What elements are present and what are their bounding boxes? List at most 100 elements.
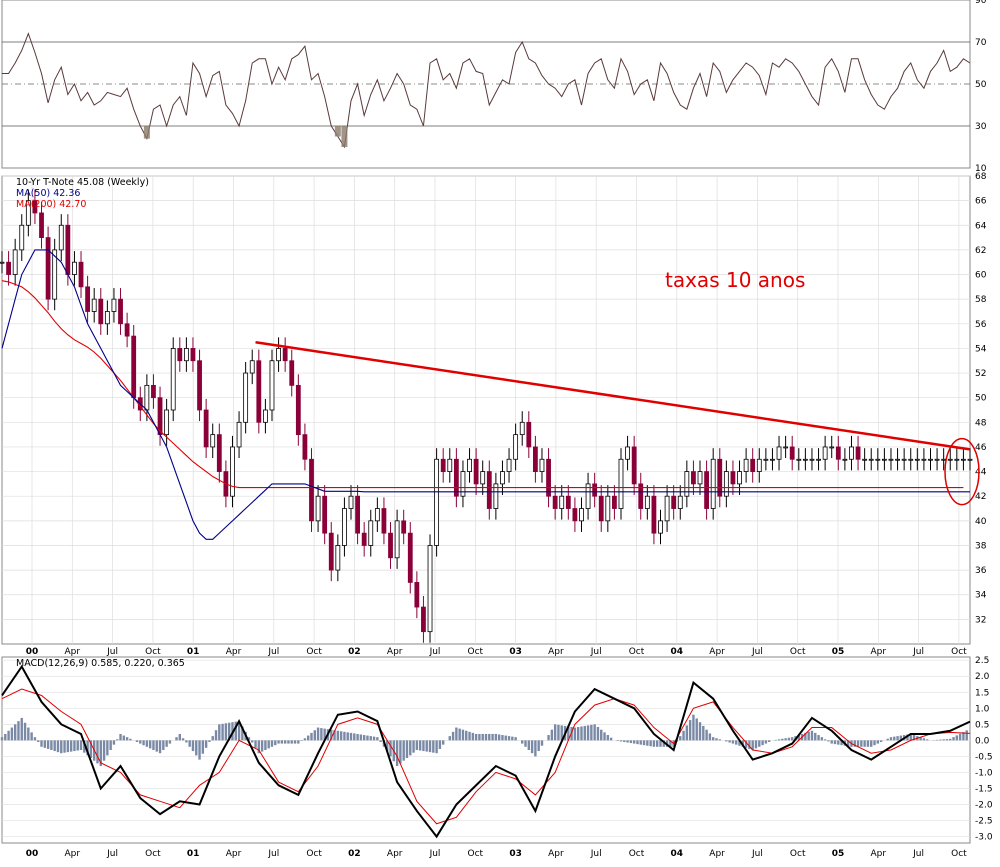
price-tick-label: 64: [975, 221, 987, 231]
macd-histogram-bar: [488, 734, 490, 740]
price-candle-body: [323, 496, 327, 533]
macd-histogram-bar: [212, 736, 214, 740]
macd-histogram-bar: [528, 740, 530, 750]
macd-histogram-bar: [692, 715, 694, 741]
price-candle-body: [270, 361, 274, 410]
price-candle-body: [935, 459, 939, 460]
price-x-label: Jul: [751, 647, 763, 657]
price-candle-body: [790, 447, 794, 459]
price-candle-body: [553, 496, 557, 508]
chart-canvas: 1030507090 32343638404244464850525456586…: [0, 0, 1000, 863]
macd-histogram-bar: [60, 740, 62, 753]
macd-histogram-bar: [468, 732, 470, 741]
macd-histogram-bar: [959, 734, 961, 741]
macd-histogram-bar: [17, 721, 19, 740]
price-candle-body: [560, 496, 564, 508]
price-candle-body: [731, 472, 735, 484]
macd-histogram-bar: [620, 740, 622, 741]
macd-histogram-bar: [939, 740, 941, 741]
macd-histogram-bar: [649, 740, 651, 746]
price-candle-body: [514, 435, 518, 460]
price-tick-label: 58: [975, 295, 987, 305]
macd-histogram-bar: [116, 739, 118, 740]
macd-histogram-bar: [610, 738, 612, 741]
macd-histogram-bar: [702, 726, 704, 740]
macd-histogram-bar: [4, 734, 6, 740]
price-candle-body: [810, 459, 814, 460]
price-candle-body: [257, 361, 261, 423]
macd-histogram-bar: [379, 740, 381, 742]
macd-histogram-bar: [705, 730, 707, 741]
macd-histogram-bar: [452, 732, 454, 741]
macd-x-label: 00: [26, 849, 39, 859]
macd-histogram-bar: [14, 724, 16, 740]
macd-x-label: Jul: [429, 849, 441, 859]
macd-histogram-bar: [356, 734, 358, 740]
macd-histogram-bar: [274, 740, 276, 745]
macd-histogram-bar: [640, 740, 642, 744]
macd-histogram-bar: [834, 740, 836, 744]
price-candle-body: [217, 435, 221, 472]
price-x-label: Apr: [709, 647, 725, 657]
macd-histogram-bar: [873, 740, 875, 745]
macd-histogram-bar: [531, 740, 533, 753]
price-candle-body: [145, 385, 149, 410]
macd-histogram-bar: [646, 740, 648, 745]
price-candle-body: [744, 459, 748, 471]
price-x-label: Jul: [590, 647, 602, 657]
macd-histogram-bar: [501, 735, 503, 740]
macd-tick-label: 0.0: [975, 736, 990, 746]
macd-histogram-bar: [574, 728, 576, 741]
price-candle-body: [593, 484, 597, 496]
price-candle-body: [902, 459, 906, 460]
macd-histogram-bar: [923, 738, 925, 740]
macd-histogram-bar: [893, 737, 895, 741]
macd-x-label: Apr: [709, 849, 725, 859]
price-x-label: Oct: [468, 647, 484, 657]
macd-histogram-bar: [715, 738, 717, 740]
macd-histogram-bar: [765, 740, 767, 743]
price-candle-body: [198, 361, 202, 410]
price-candle-body: [612, 496, 616, 508]
macd-histogram-bar: [482, 734, 484, 740]
macd-histogram-bar: [966, 730, 968, 740]
macd-histogram-bar: [182, 738, 184, 740]
macd-histogram-bar: [824, 739, 826, 740]
price-candle-body: [415, 582, 419, 607]
macd-histogram-bar: [426, 740, 428, 751]
macd-histogram-bar: [218, 724, 220, 740]
price-tick-label: 32: [975, 615, 986, 625]
price-candle-body: [691, 472, 695, 484]
macd-x-label: Oct: [306, 849, 322, 859]
macd-histogram-bar: [593, 724, 595, 740]
macd-histogram-bar: [264, 740, 266, 750]
macd-histogram-bar: [40, 740, 42, 746]
rsi-tick-label: 90: [975, 0, 987, 6]
price-candle-body: [915, 459, 919, 460]
macd-histogram-bar: [732, 740, 734, 743]
macd-histogram-bar: [514, 737, 516, 740]
macd-histogram-bar: [758, 740, 760, 746]
price-candle-body: [520, 422, 524, 434]
macd-x-label: Jul: [106, 849, 118, 859]
price-candle-body: [724, 472, 728, 497]
macd-x-label: Apr: [871, 849, 887, 859]
macd-histogram-bar: [455, 728, 457, 741]
price-candle-body: [922, 459, 926, 460]
price-candle-body: [487, 472, 491, 509]
macd-histogram-bar: [419, 740, 421, 750]
macd-histogram-bar: [936, 740, 938, 741]
price-panel: 32343638404244464850525456586062646668: [0, 172, 987, 644]
macd-histogram-bar: [162, 740, 164, 750]
macd-x-label: Oct: [790, 849, 806, 859]
macd-panel: -3.0-2.5-2.0-1.5-1.0-0.50.00.51.01.52.02…: [1, 656, 993, 843]
macd-histogram-bar: [24, 723, 26, 741]
price-candle-body: [402, 521, 406, 533]
macd-histogram-bar: [109, 740, 111, 750]
price-candle-body: [389, 533, 393, 558]
price-tick-label: 38: [975, 541, 987, 551]
price-candle-body: [316, 496, 320, 521]
macd-histogram-bar: [129, 739, 131, 741]
macd-histogram-bar: [630, 740, 632, 743]
price-candle-body: [191, 348, 195, 360]
